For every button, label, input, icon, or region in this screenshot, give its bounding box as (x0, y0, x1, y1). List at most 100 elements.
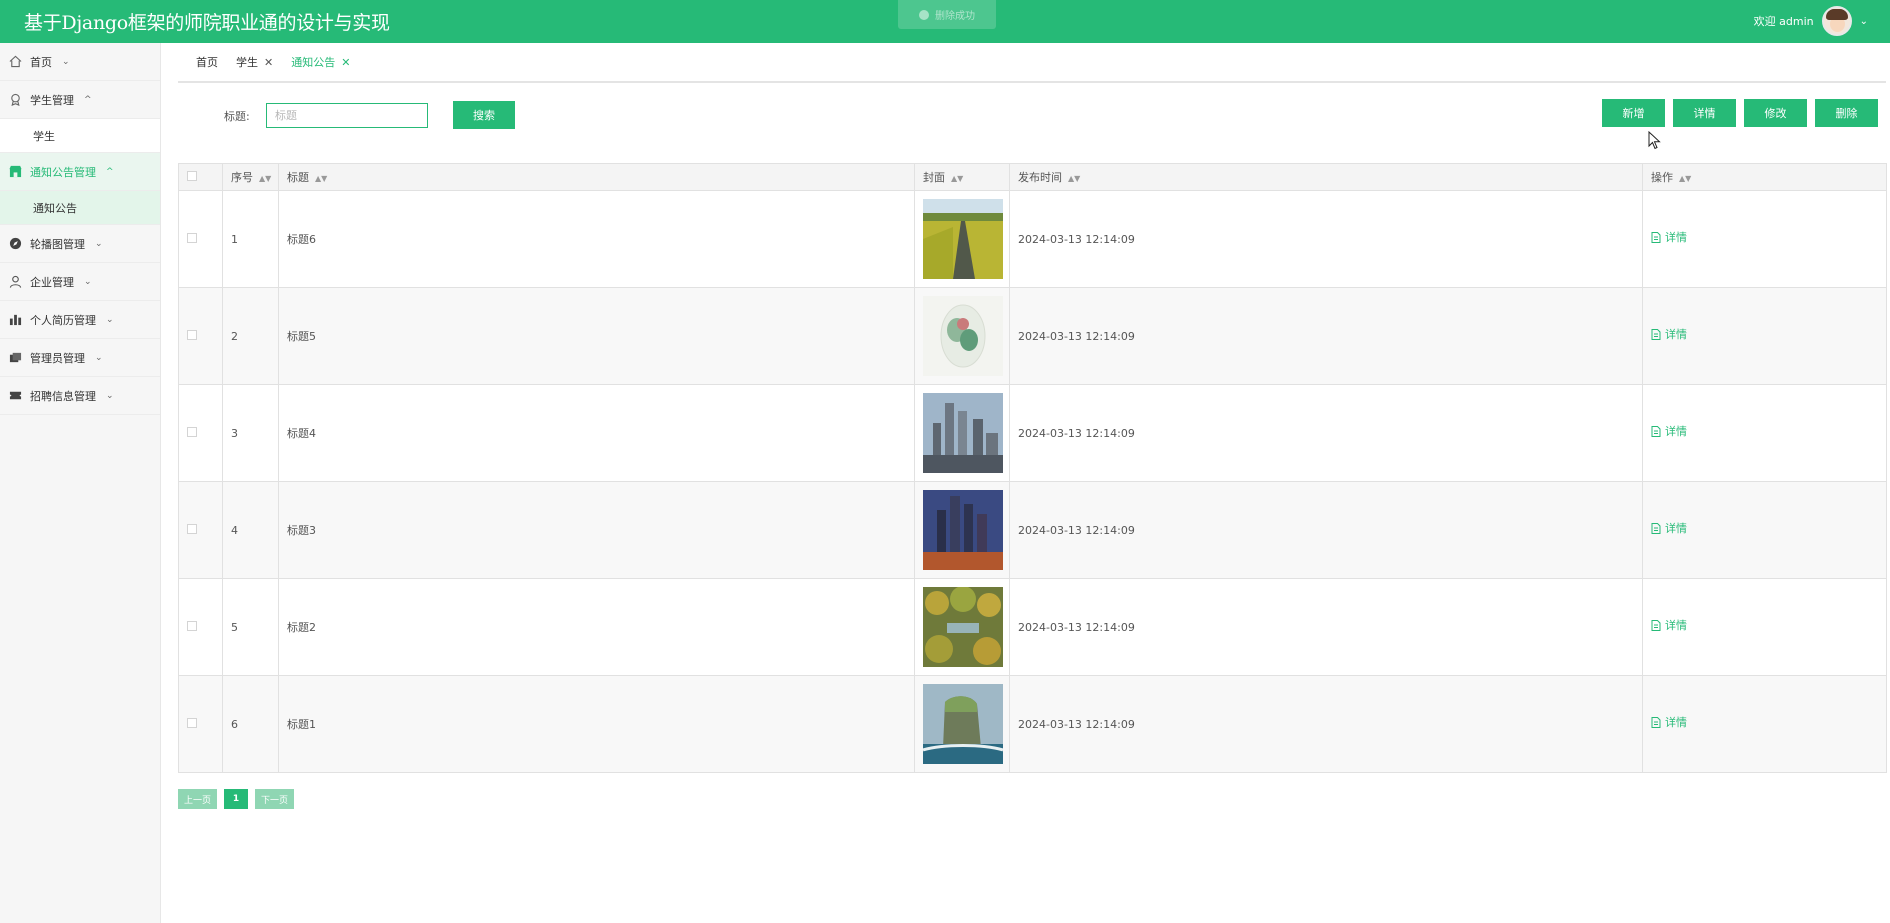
prev-page-button[interactable]: 上一页 (178, 789, 217, 809)
detail-link[interactable]: 详情 (1651, 229, 1886, 245)
chevron-down-icon[interactable]: ⌄ (1860, 16, 1868, 27)
page-1-button[interactable]: 1 (224, 789, 248, 809)
table-row[interactable]: 1 标题6 2024-03-13 12:14:09 详情 (178, 190, 1887, 288)
sidebar: 首页 ⌄ 学生管理 ^ 学生 通知公告管理 ^ 通知公告 轮播图管理 ⌄ 企业管… (0, 43, 161, 923)
next-page-button[interactable]: 下一页 (255, 789, 294, 809)
table-row[interactable]: 2 标题5 2024-03-13 12:14:09 详情 (178, 287, 1887, 385)
sidebar-item-label: 通知公告管理 (30, 165, 96, 179)
row-time: 2024-03-13 12:14:09 (1009, 190, 1643, 288)
row-time: 2024-03-13 12:14:09 (1009, 287, 1643, 385)
sidebar-item-recruitment-management[interactable]: 招聘信息管理 ⌄ (0, 377, 160, 415)
avatar[interactable] (1821, 6, 1852, 36)
tab-label: 通知公告 (291, 56, 336, 69)
document-icon (1651, 716, 1661, 728)
tab-notice[interactable]: 通知公告 ✕ (291, 54, 350, 70)
select-all-checkbox[interactable] (187, 170, 197, 181)
detail-link[interactable]: 详情 (1651, 520, 1886, 536)
sidebar-subitem-notice[interactable]: 通知公告 (0, 191, 160, 225)
close-icon[interactable]: ✕ (341, 56, 350, 69)
column-header-time[interactable]: 发布时间 ▲▼ (1009, 163, 1643, 191)
sidebar-item-notice-management[interactable]: 通知公告管理 ^ (0, 153, 160, 191)
cover-cell (914, 287, 1010, 385)
title-search-input[interactable] (266, 103, 428, 128)
detail-link[interactable]: 详情 (1651, 423, 1886, 439)
table-row[interactable]: 4 标题3 2024-03-13 12:14:09 详情 (178, 481, 1887, 579)
cover-image[interactable] (923, 490, 1003, 570)
sort-icon: ▲▼ (1068, 174, 1081, 183)
table-row[interactable]: 6 标题1 2024-03-13 12:14:09 详情 (178, 675, 1887, 773)
row-checkbox[interactable] (187, 426, 197, 437)
pagination: 上一页 1 下一页 (178, 789, 294, 809)
chevron-down-icon: ⌄ (84, 276, 92, 287)
column-header-cover[interactable]: 封面 ▲▼ (914, 163, 1010, 191)
folders-icon (8, 351, 22, 365)
detail-link[interactable]: 详情 (1651, 714, 1886, 730)
sidebar-item-label: 招聘信息管理 (30, 389, 96, 403)
column-header-title[interactable]: 标题 ▲▼ (278, 163, 915, 191)
success-toast: 删除成功 (898, 0, 996, 29)
table-row[interactable]: 3 标题4 2024-03-13 12:14:09 详情 (178, 384, 1887, 482)
ticket-icon (8, 389, 22, 403)
chevron-down-icon: ⌄ (95, 238, 103, 249)
top-bar: 基于Django框架的师院职业通的设计与实现 删除成功 欢迎 admin ⌄ (0, 0, 1890, 43)
sidebar-item-admin-management[interactable]: 管理员管理 ⌄ (0, 339, 160, 377)
document-icon (1651, 619, 1661, 631)
chevron-down-icon: ⌄ (106, 390, 114, 401)
close-icon[interactable]: ✕ (264, 56, 273, 69)
badge-icon (8, 93, 22, 107)
delete-button[interactable]: 删除 (1815, 99, 1878, 127)
edit-button[interactable]: 修改 (1744, 99, 1807, 127)
notice-table: 序号 ▲▼ 标题 ▲▼ 封面 ▲▼ 发布时间 ▲▼ 操作 ▲▼ 1 标题6 20… (178, 163, 1887, 773)
detail-link[interactable]: 详情 (1651, 617, 1886, 633)
sidebar-subitem-student[interactable]: 学生 (0, 119, 160, 153)
table-row[interactable]: 5 标题2 2024-03-13 12:14:09 详情 (178, 578, 1887, 676)
row-checkbox[interactable] (187, 620, 197, 631)
row-title: 标题2 (278, 578, 915, 676)
cover-image[interactable] (923, 684, 1003, 764)
cover-cell (914, 675, 1010, 773)
search-label: 标题: (224, 110, 250, 123)
cover-image[interactable] (923, 393, 1003, 473)
sidebar-item-label: 管理员管理 (30, 351, 85, 365)
sidebar-item-label: 个人简历管理 (30, 313, 96, 327)
store-icon (8, 165, 22, 179)
sidebar-item-label: 轮播图管理 (30, 237, 85, 251)
cover-cell (914, 190, 1010, 288)
detail-button[interactable]: 详情 (1673, 99, 1736, 127)
user-menu[interactable]: 欢迎 admin ⌄ (1754, 6, 1868, 36)
sidebar-item-carousel-management[interactable]: 轮播图管理 ⌄ (0, 225, 160, 263)
sort-icon: ▲▼ (315, 174, 328, 183)
sidebar-item-student-management[interactable]: 学生管理 ^ (0, 81, 160, 119)
cover-image[interactable] (923, 199, 1003, 279)
row-checkbox[interactable] (187, 232, 197, 243)
select-all-cell[interactable] (178, 163, 223, 191)
row-title: 标题5 (278, 287, 915, 385)
column-header-actions[interactable]: 操作 ▲▼ (1642, 163, 1887, 191)
chevron-down-icon: ⌄ (106, 314, 114, 325)
column-header-no[interactable]: 序号 ▲▼ (222, 163, 279, 191)
sidebar-item-home[interactable]: 首页 ⌄ (0, 43, 160, 81)
app-title: 基于Django框架的师院职业通的设计与实现 (24, 12, 390, 34)
sidebar-item-company-management[interactable]: 企业管理 ⌄ (0, 263, 160, 301)
row-checkbox[interactable] (187, 717, 197, 728)
tab-label: 学生 (236, 56, 258, 69)
row-checkbox[interactable] (187, 329, 197, 340)
add-button[interactable]: 新增 (1602, 99, 1665, 127)
tab-bar: 首页 学生 ✕ 通知公告 ✕ (178, 43, 1886, 83)
user-icon (8, 275, 22, 289)
document-icon (1651, 231, 1661, 243)
row-checkbox[interactable] (187, 523, 197, 534)
cover-image[interactable] (923, 296, 1003, 376)
row-title: 标题3 (278, 481, 915, 579)
cover-image[interactable] (923, 587, 1003, 667)
sidebar-item-resume-management[interactable]: 个人简历管理 ⌄ (0, 301, 160, 339)
mouse-cursor-icon (1648, 131, 1661, 150)
tab-student[interactable]: 学生 ✕ (236, 54, 273, 70)
table-header-row: 序号 ▲▼ 标题 ▲▼ 封面 ▲▼ 发布时间 ▲▼ 操作 ▲▼ (178, 163, 1887, 191)
detail-link[interactable]: 详情 (1651, 326, 1886, 342)
search-button[interactable]: 搜索 (453, 101, 515, 129)
compass-icon (8, 237, 22, 251)
tab-home[interactable]: 首页 (196, 54, 218, 70)
document-icon (1651, 425, 1661, 437)
sort-icon: ▲▼ (1679, 174, 1692, 183)
